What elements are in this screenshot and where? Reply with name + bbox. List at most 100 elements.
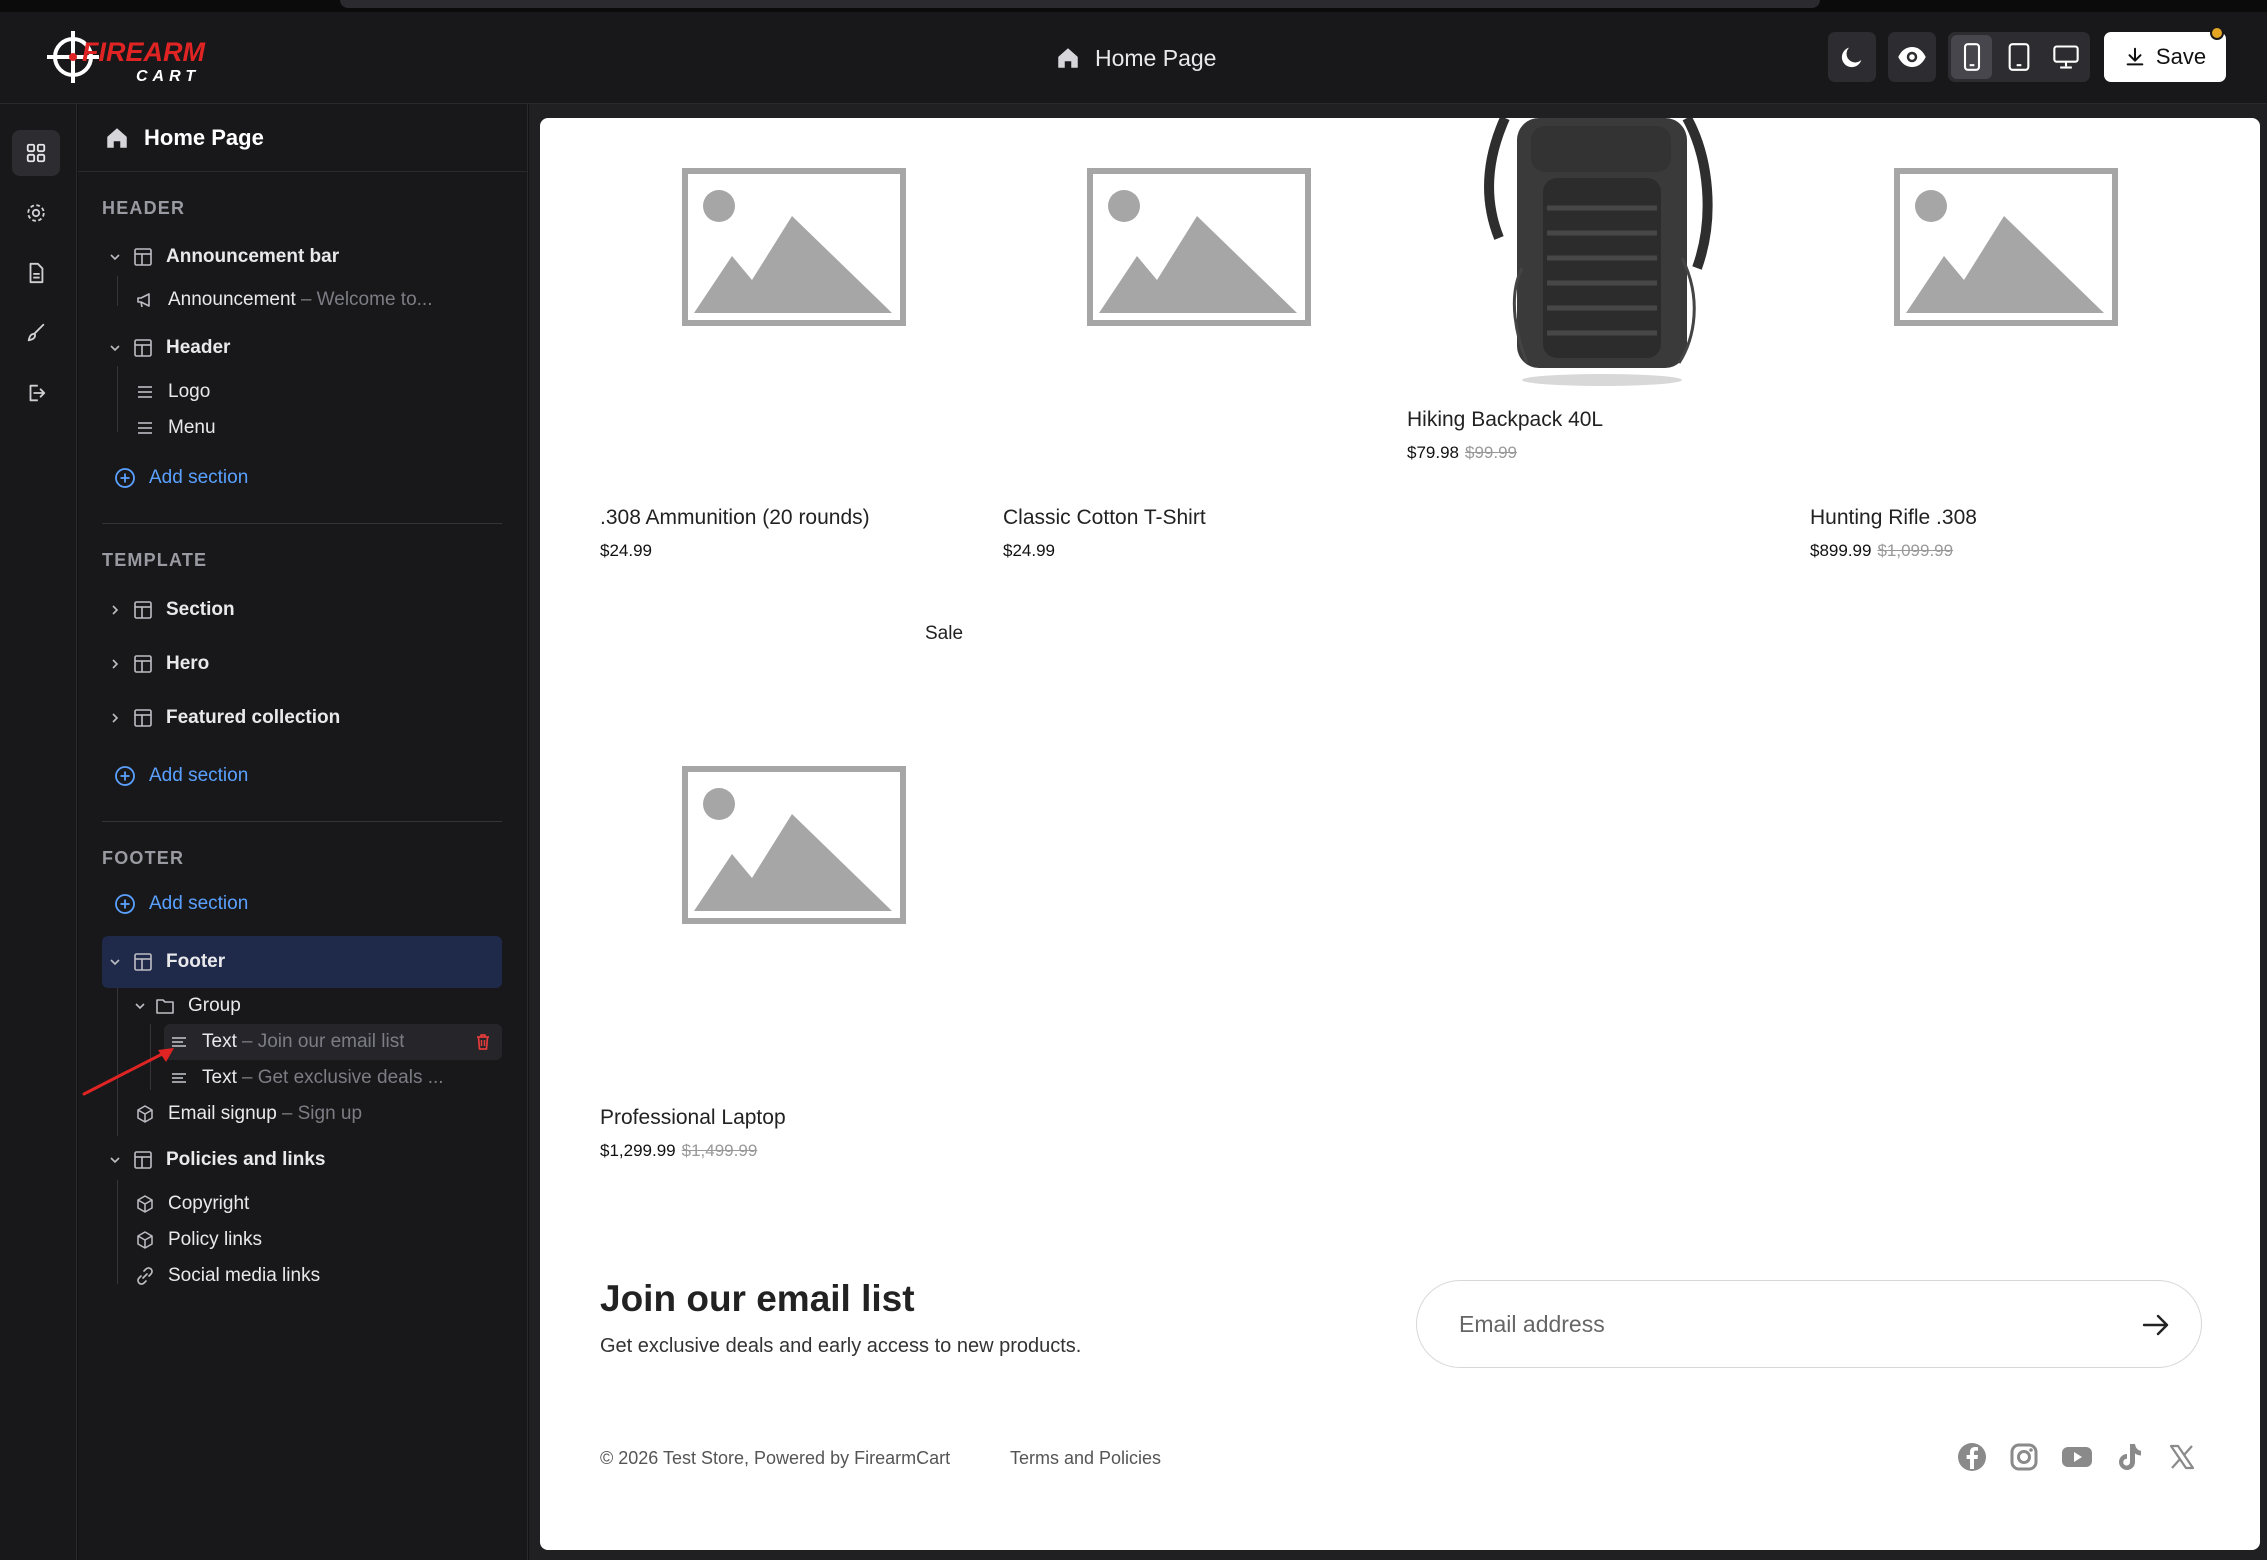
chevron-down-icon[interactable] [108,1153,122,1167]
tree-item-label: Email signup [168,1103,277,1124]
unsaved-indicator [2210,26,2224,40]
tree-item-header[interactable]: Header [102,330,502,366]
sections-sidebar: Home Page HEADER Announcement bar Announ… [78,104,528,1560]
save-label: Save [2155,44,2207,69]
instagram-icon[interactable] [2007,1440,2041,1474]
tree-item-announcement[interactable]: Announcement – Welcome to... [130,282,502,318]
exit-icon [29,384,46,402]
plus-circle-icon [115,468,135,488]
tree-item-label: Menu [168,417,216,438]
tree-item-label: Policy links [168,1229,262,1250]
add-section-label: Add section [149,893,249,914]
tree-item-label: Copyright [168,1193,250,1214]
moon-icon [1841,47,1862,68]
plus-circle-icon [115,894,135,914]
section-layout-icon [134,953,152,971]
tablet-view-button[interactable] [1998,35,2039,79]
chevron-down-icon[interactable] [108,341,122,355]
product-title[interactable]: Professional Laptop [600,1106,786,1130]
tree-item-label: Announcement bar [166,246,340,267]
lines-icon [138,386,152,398]
sections-rail-button[interactable] [12,130,60,176]
chevron-right-icon[interactable] [108,711,122,725]
tree-item-section[interactable]: Section [102,592,502,628]
chevron-right-icon[interactable] [108,657,122,671]
add-section-header-button[interactable]: Add section [114,460,514,496]
tree-item-social-media-links[interactable]: Social media links [130,1258,502,1294]
tree-item-label: Social media links [168,1265,321,1286]
youtube-icon[interactable] [2060,1440,2094,1474]
tree-item-copyright[interactable]: Copyright [130,1186,502,1222]
tree-item-menu[interactable]: Menu [130,410,502,446]
tree-item-hero[interactable]: Hero [102,646,502,682]
save-button[interactable]: Save [2104,32,2226,82]
preview-button[interactable] [1888,32,1936,82]
tree-item-email-signup[interactable]: Email signup – Sign up [130,1096,502,1132]
delete-block-button[interactable] [474,1032,492,1058]
tiktok-icon[interactable] [2112,1440,2146,1474]
facebook-icon[interactable] [1955,1440,1989,1474]
page-title: Home Page [1095,44,1217,71]
tree-item-sublabel: – Join our email list [241,1031,405,1052]
product-title[interactable]: Hiking Backpack 40L [1407,408,1603,432]
add-section-footer-button[interactable]: Add section [114,886,514,922]
tree-item-text-join[interactable]: Text – Join our email list [164,1024,502,1060]
pages-rail-button[interactable] [12,250,60,296]
cube-icon [137,1105,153,1123]
tree-item-footer[interactable]: Footer [102,936,502,988]
tree-item-policy-links[interactable]: Policy links [130,1222,502,1258]
store-preview-canvas[interactable]: .308 Ammunition (20 rounds) $24.99 Class… [540,118,2260,1550]
email-list-subtitle: Get exclusive deals and early access to … [600,1335,1082,1357]
plus-circle-icon [115,766,135,786]
add-section-label: Add section [149,467,249,488]
desktop-view-button[interactable] [2046,35,2087,79]
current-page-indicator: Home Page [1055,40,1216,76]
tablet-icon [2008,43,2030,71]
email-placeholder: Email address [1459,1310,1605,1337]
exit-rail-button[interactable] [12,370,60,416]
image-placeholder-icon [682,168,906,326]
product-price: $79.98 $99.99 [1407,443,1517,462]
chevron-right-icon[interactable] [108,603,122,617]
theme-rail-button[interactable] [12,310,60,356]
product-title[interactable]: Hunting Rifle .308 [1810,506,1977,530]
sale-badge: Sale [925,623,964,644]
mobile-view-button[interactable] [1951,35,1993,79]
tree-item-announcement-bar[interactable]: Announcement bar [102,239,502,275]
section-layout-icon [134,601,152,619]
product-price: $24.99 [1003,541,1055,560]
product-title[interactable]: .308 Ammunition (20 rounds) [600,506,870,530]
dark-mode-button[interactable] [1828,32,1876,82]
tree-item-sublabel: – Welcome to... [300,289,433,310]
terms-and-policies-link[interactable]: Terms and Policies [1010,1448,1161,1469]
section-layout-icon [134,655,152,673]
template-group-label: TEMPLATE [102,550,208,570]
firearmcart-logo[interactable]: FIREARM CART [46,26,236,88]
chevron-down-icon[interactable] [108,250,122,264]
annotation-arrow [82,1048,174,1096]
tree-item-featured-collection[interactable]: Featured collection [102,700,502,736]
tree-item-group[interactable]: Group [130,988,502,1024]
tree-item-text-deals[interactable]: Text – Get exclusive deals ... [164,1060,502,1096]
x-icon[interactable] [2165,1440,2199,1474]
header-group-label: HEADER [102,198,186,218]
settings-rail-button[interactable] [12,190,60,236]
tree-item-label: Logo [168,381,211,402]
add-section-template-button[interactable]: Add section [114,758,514,794]
chevron-down-icon[interactable] [108,955,122,969]
browser-address-strip [340,0,1820,8]
submit-email-button[interactable] [2141,1311,2171,1344]
grid-icon [26,143,46,163]
folder-icon [156,999,174,1014]
email-field[interactable]: Email address [1416,1280,2202,1368]
chevron-down-icon[interactable] [133,999,147,1013]
tree-item-logo[interactable]: Logo [130,374,502,410]
product-title[interactable]: Classic Cotton T-Shirt [1003,506,1206,530]
download-icon [2126,47,2144,66]
add-section-label: Add section [149,765,249,786]
image-placeholder-icon [682,766,906,924]
document-icon [29,262,44,284]
tree-item-policies-and-links[interactable]: Policies and links [102,1142,502,1178]
tree-item-label: Text [202,1067,237,1088]
email-list-heading: Join our email list [600,1278,915,1319]
